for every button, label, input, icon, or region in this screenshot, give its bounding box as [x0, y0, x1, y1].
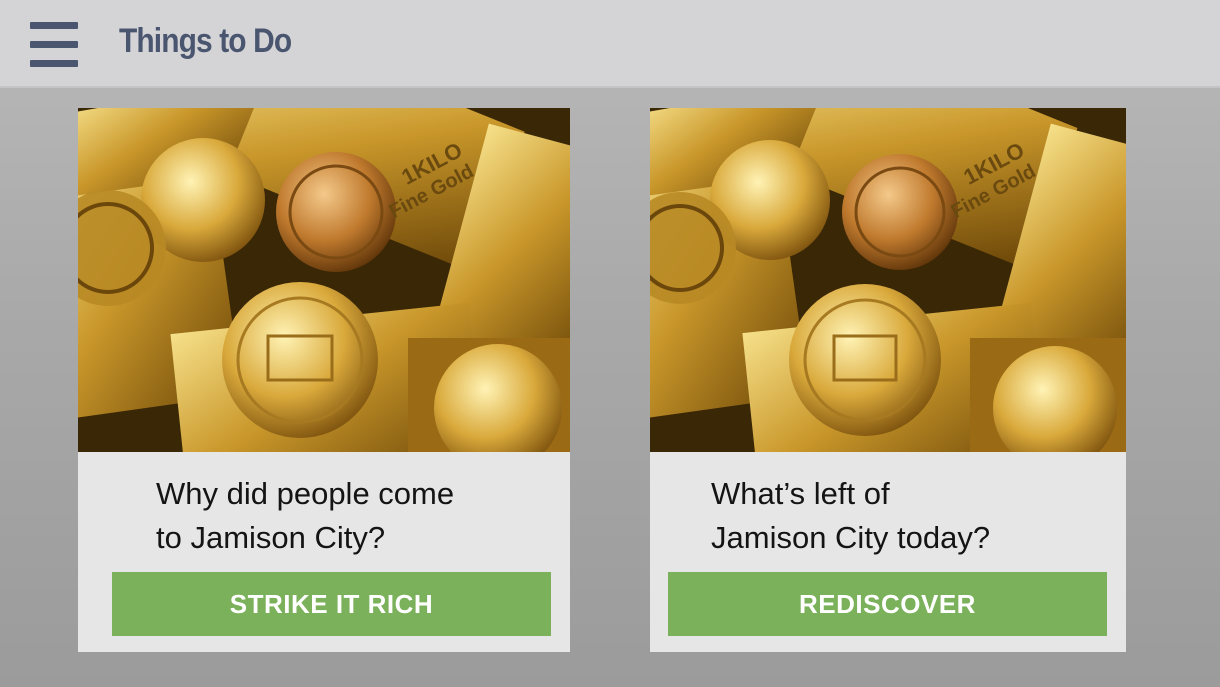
- gold-bars-and-coins-photo: 1KILO Fine Gold: [650, 108, 1126, 452]
- activity-card-rediscover: 1KILO Fine Gold What’s left of Jamison C…: [650, 108, 1126, 652]
- card-question: What’s left of Jamison City today?: [711, 472, 1091, 560]
- menu-bar-line: [30, 22, 78, 29]
- card-question-line: to Jamison City?: [156, 520, 386, 555]
- gold-bars-and-coins-photo: 1KILO Fine Gold: [78, 108, 570, 452]
- card-question-line: What’s left of: [711, 476, 890, 511]
- card-question: Why did people come to Jamison City?: [156, 472, 536, 560]
- activity-card-strike-it-rich: 1KILO Fine Gold Why did people come to J…: [78, 108, 570, 652]
- strike-it-rich-button[interactable]: STRIKE IT RICH: [112, 572, 551, 636]
- card-question-line: Why did people come: [156, 476, 455, 511]
- card-question-line: Jamison City today?: [711, 520, 991, 555]
- menu-bar-line: [30, 60, 78, 67]
- top-app-bar: Things to Do: [0, 0, 1220, 88]
- rediscover-button[interactable]: REDISCOVER: [668, 572, 1107, 636]
- page-title: Things to Do: [119, 22, 292, 60]
- menu-bar-line: [30, 41, 78, 48]
- hamburger-menu-icon[interactable]: [30, 21, 78, 69]
